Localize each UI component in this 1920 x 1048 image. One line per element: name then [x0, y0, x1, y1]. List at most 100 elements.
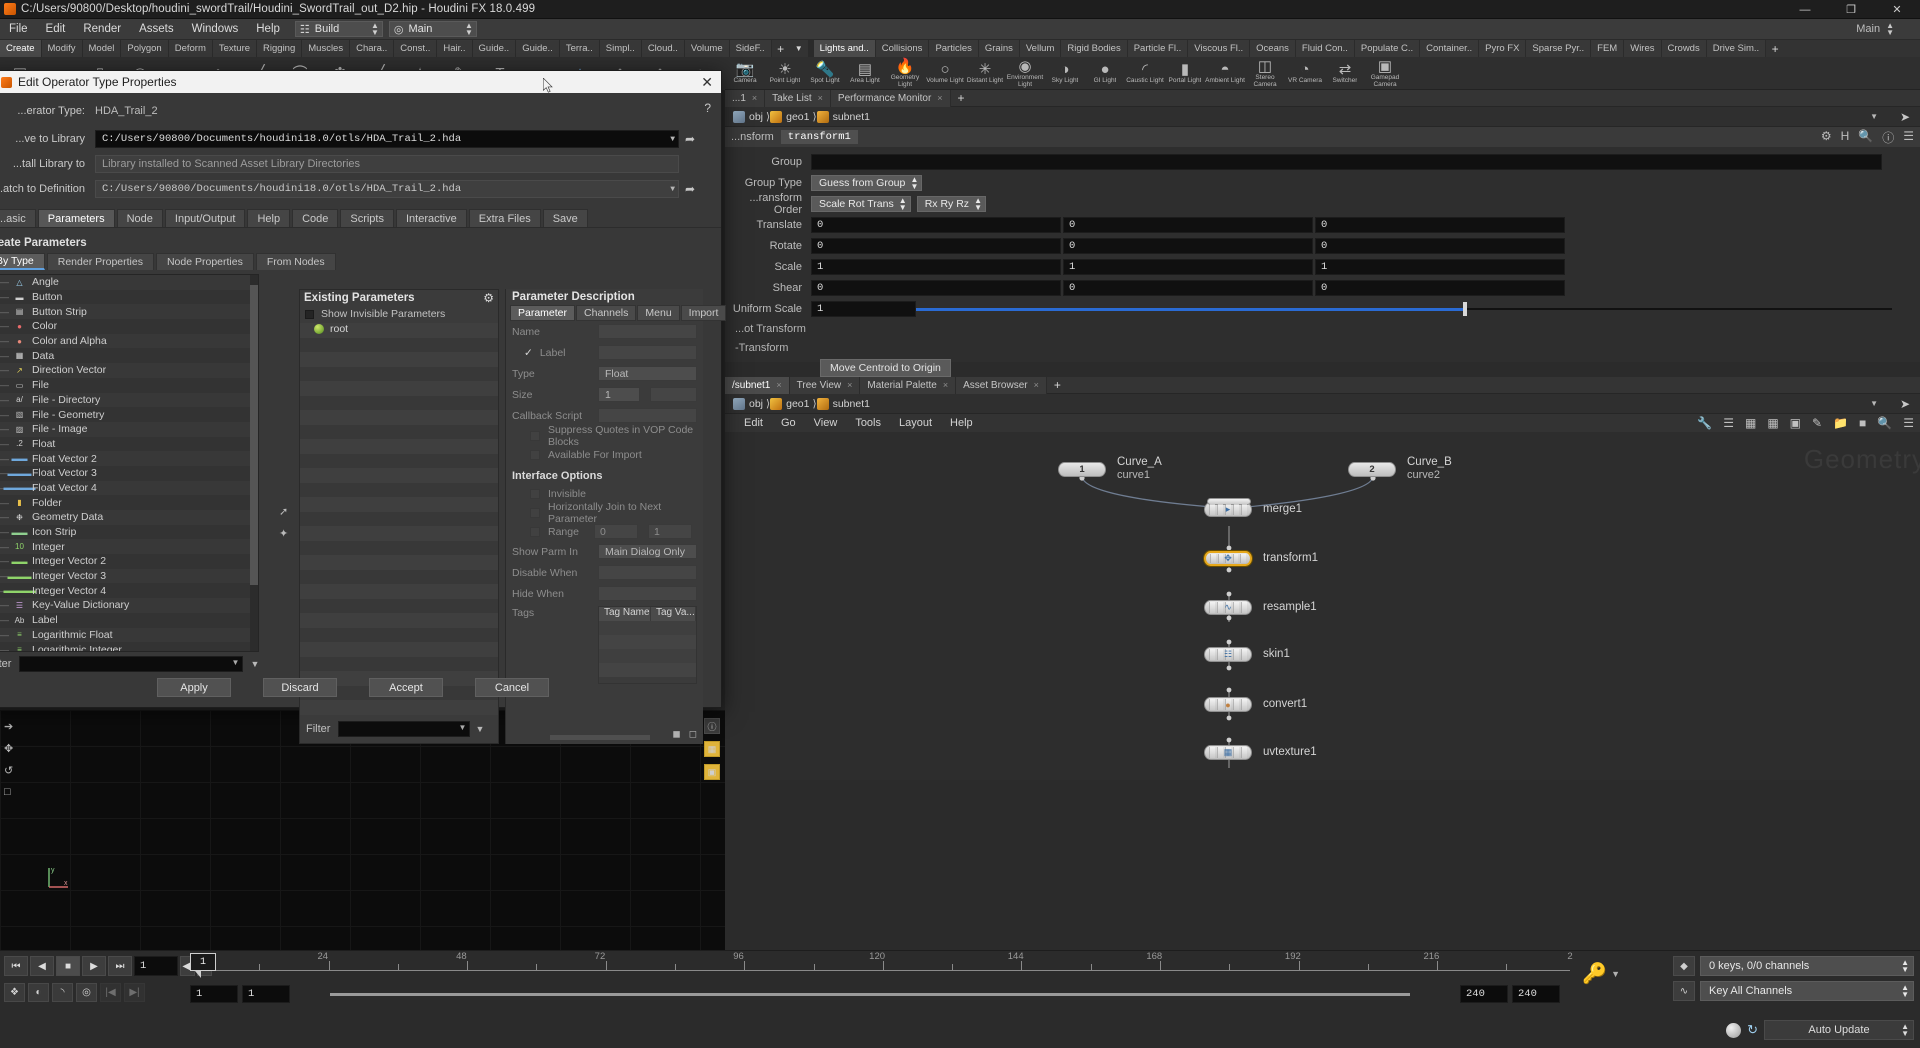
shelf-tab-populate-c[interactable]: Populate C..	[1354, 40, 1421, 57]
list-item[interactable]	[300, 381, 498, 396]
shelf-tab-lights-and[interactable]: Lights and..	[813, 40, 876, 57]
chevron-down-icon[interactable]: ▼	[459, 723, 467, 732]
desc-tab-menu[interactable]: Menu	[637, 305, 680, 321]
close-icon[interactable]: ×	[847, 380, 852, 390]
match-definition-input[interactable]: C:/Users/90800/Documents/houdini18.0/otl…	[95, 180, 679, 198]
shelf-icon-camera[interactable]: 📷 Camera	[725, 57, 765, 90]
tags-table[interactable]: Tag Name Tag Va...	[598, 606, 697, 684]
parameter-node-name[interactable]: transform1	[780, 130, 858, 144]
node-curve-b[interactable]: 2 Curve_B curve2	[1348, 456, 1452, 482]
node-body[interactable]: ∿	[1204, 600, 1252, 615]
shear-z-input[interactable]: 0	[1315, 280, 1565, 296]
list-item[interactable]	[300, 439, 498, 454]
shelf-tab-const[interactable]: Const..	[394, 40, 438, 57]
desc-tab-channels[interactable]: Channels	[576, 305, 637, 321]
audio-icon[interactable]: ◐	[28, 983, 49, 1002]
node-body[interactable]: ▸	[1204, 498, 1252, 517]
shelf-tab-rigging[interactable]: Rigging	[257, 40, 303, 57]
move-centroid-button[interactable]: Move Centroid to Origin	[820, 359, 951, 377]
shelf-icon-gamepad-camera[interactable]: ▣ Gamepad Camera	[1365, 57, 1405, 90]
dialog-tab-node[interactable]: Node	[116, 209, 163, 227]
type-value[interactable]: Float	[598, 366, 697, 381]
show-invisible-parameters-checkbox[interactable]: Show Invisible Parameters	[300, 306, 498, 322]
shelf-tab-rigid-bodies[interactable]: Rigid Bodies	[1061, 40, 1128, 57]
menu-icon[interactable]: ☰	[1903, 129, 1914, 146]
type-list-scrollbar[interactable]	[250, 275, 258, 651]
range-max-input[interactable]: 1	[648, 524, 692, 539]
group-input[interactable]	[811, 154, 1882, 170]
folder-icon[interactable]: 📁	[1833, 416, 1848, 430]
remove-parameter-arrow-icon[interactable]: ✦	[279, 527, 288, 540]
info-icon[interactable]: ⓘ	[704, 718, 720, 734]
rotate-tool-icon[interactable]: ↺	[4, 764, 13, 777]
group-type-dropdown[interactable]: Guess from Group ▲ ▼	[811, 175, 923, 191]
list-item[interactable]	[300, 352, 498, 367]
shelf-icon-stereo-camera[interactable]: ◫ Stereo Camera	[1245, 57, 1285, 90]
param-type-color[interactable]: — ● Color	[0, 319, 258, 334]
snap-icon[interactable]: ▣	[704, 764, 720, 780]
shelf-icon-environment-light[interactable]: ◉ Environment Light	[1005, 57, 1045, 90]
shelf-tab-texture[interactable]: Texture	[212, 40, 258, 57]
close-icon[interactable]: ×	[818, 93, 823, 103]
playback-start-input[interactable]: 1	[242, 985, 290, 1003]
global-start-input[interactable]: 1	[190, 985, 238, 1003]
node-body[interactable]: 1	[1058, 461, 1106, 477]
chevron-down-icon[interactable]: ▼	[670, 135, 675, 144]
grid-display-icon[interactable]: ▦	[704, 741, 720, 757]
global-end-input[interactable]: 240	[1512, 985, 1560, 1003]
node-body[interactable]: ▦	[1204, 745, 1252, 760]
save-to-library-input[interactable]: C:/Users/90800/Documents/houdini18.0/otl…	[95, 130, 679, 148]
breadcrumb-geo1[interactable]: geo1	[770, 110, 809, 123]
key-wrench-icon[interactable]: 🔑	[1582, 961, 1607, 986]
node-body[interactable]: ●	[1204, 697, 1252, 712]
node-body[interactable]: 2	[1348, 461, 1396, 477]
shelf-icon-ambient-light[interactable]: ◓ Ambient Light	[1205, 57, 1245, 90]
list-item[interactable]	[300, 526, 498, 541]
breadcrumb-obj[interactable]: obj	[733, 110, 763, 123]
close-icon[interactable]: ×	[937, 93, 942, 103]
table-row[interactable]	[599, 649, 696, 663]
param-type-button[interactable]: — ▬ Button	[0, 289, 258, 305]
create-params-subtab-render-properties[interactable]: Render Properties	[46, 253, 154, 270]
minimize-button[interactable]: —	[1782, 0, 1828, 19]
list-item[interactable]	[300, 700, 498, 715]
dialog-tab-code[interactable]: Code	[292, 209, 339, 227]
shelf-add-button-2[interactable]: +	[1766, 40, 1784, 57]
add-tab-button[interactable]: +	[951, 91, 972, 105]
shelf-icon-volume-light[interactable]: ○ Volume Light	[925, 57, 965, 90]
viewport-3d[interactable]: y x ➔ ✥ ↺ □ ⓘ ▦ ▣	[0, 710, 725, 950]
add-parameter-arrow-icon[interactable]: ➚	[279, 505, 288, 518]
close-icon[interactable]: ×	[1034, 380, 1039, 390]
menu-windows[interactable]: Windows	[183, 19, 248, 40]
shelf-tab-create[interactable]: Create	[0, 40, 42, 57]
close-icon[interactable]: ×	[776, 380, 781, 390]
net-breadcrumb-subnet1[interactable]: subnet1	[816, 397, 870, 410]
shelf-tab-polygon[interactable]: Polygon	[121, 40, 169, 57]
dialog-tab-interactive[interactable]: Interactive	[395, 209, 467, 227]
node-convert1[interactable]: ● convert1	[1204, 697, 1307, 712]
tab-asset-browser[interactable]: Asset Browser ×	[956, 376, 1047, 394]
search-icon[interactable]: 🔍	[1877, 416, 1892, 430]
shelf-tab-fluid-con[interactable]: Fluid Con..	[1295, 40, 1355, 57]
dialog-tab-input-output[interactable]: Input/Output	[164, 209, 246, 227]
range-min-input[interactable]: 0	[594, 524, 638, 539]
breadcrumb-chevron-icon[interactable]: ▼	[1870, 112, 1878, 121]
available-import-checkbox[interactable]	[530, 449, 540, 460]
param-type-float-vector-2[interactable]: — ▬▬ Float Vector 2	[0, 451, 258, 466]
uniform-scale-input[interactable]: 1	[811, 301, 916, 317]
param-type-geometry-data[interactable]: — ❉ Geometry Data	[0, 510, 258, 525]
shelf-tab-particles[interactable]: Particles	[929, 40, 979, 57]
callback-input[interactable]	[598, 408, 697, 423]
shelf-tab-fem[interactable]: FEM	[1591, 40, 1625, 57]
stop-button[interactable]: ■	[56, 956, 80, 976]
edit-operator-type-properties-dialog[interactable]: Edit Operator Type Properties ✕ ...erato…	[0, 70, 727, 744]
shelf-tab-crowds[interactable]: Crowds	[1661, 40, 1707, 57]
info-icon[interactable]: ⓘ	[1882, 129, 1894, 146]
next-key-icon[interactable]: ▶|	[124, 983, 145, 1002]
grid-icon[interactable]: ▦	[1767, 416, 1778, 430]
list-item[interactable]	[300, 598, 498, 613]
param-type-file-directory[interactable]: — a/File - Directory	[0, 392, 258, 408]
node-body-selected[interactable]: ✥	[1204, 551, 1252, 566]
panel-icon[interactable]: ▦	[1745, 416, 1756, 430]
auto-key-icon[interactable]: ❖	[4, 983, 25, 1002]
